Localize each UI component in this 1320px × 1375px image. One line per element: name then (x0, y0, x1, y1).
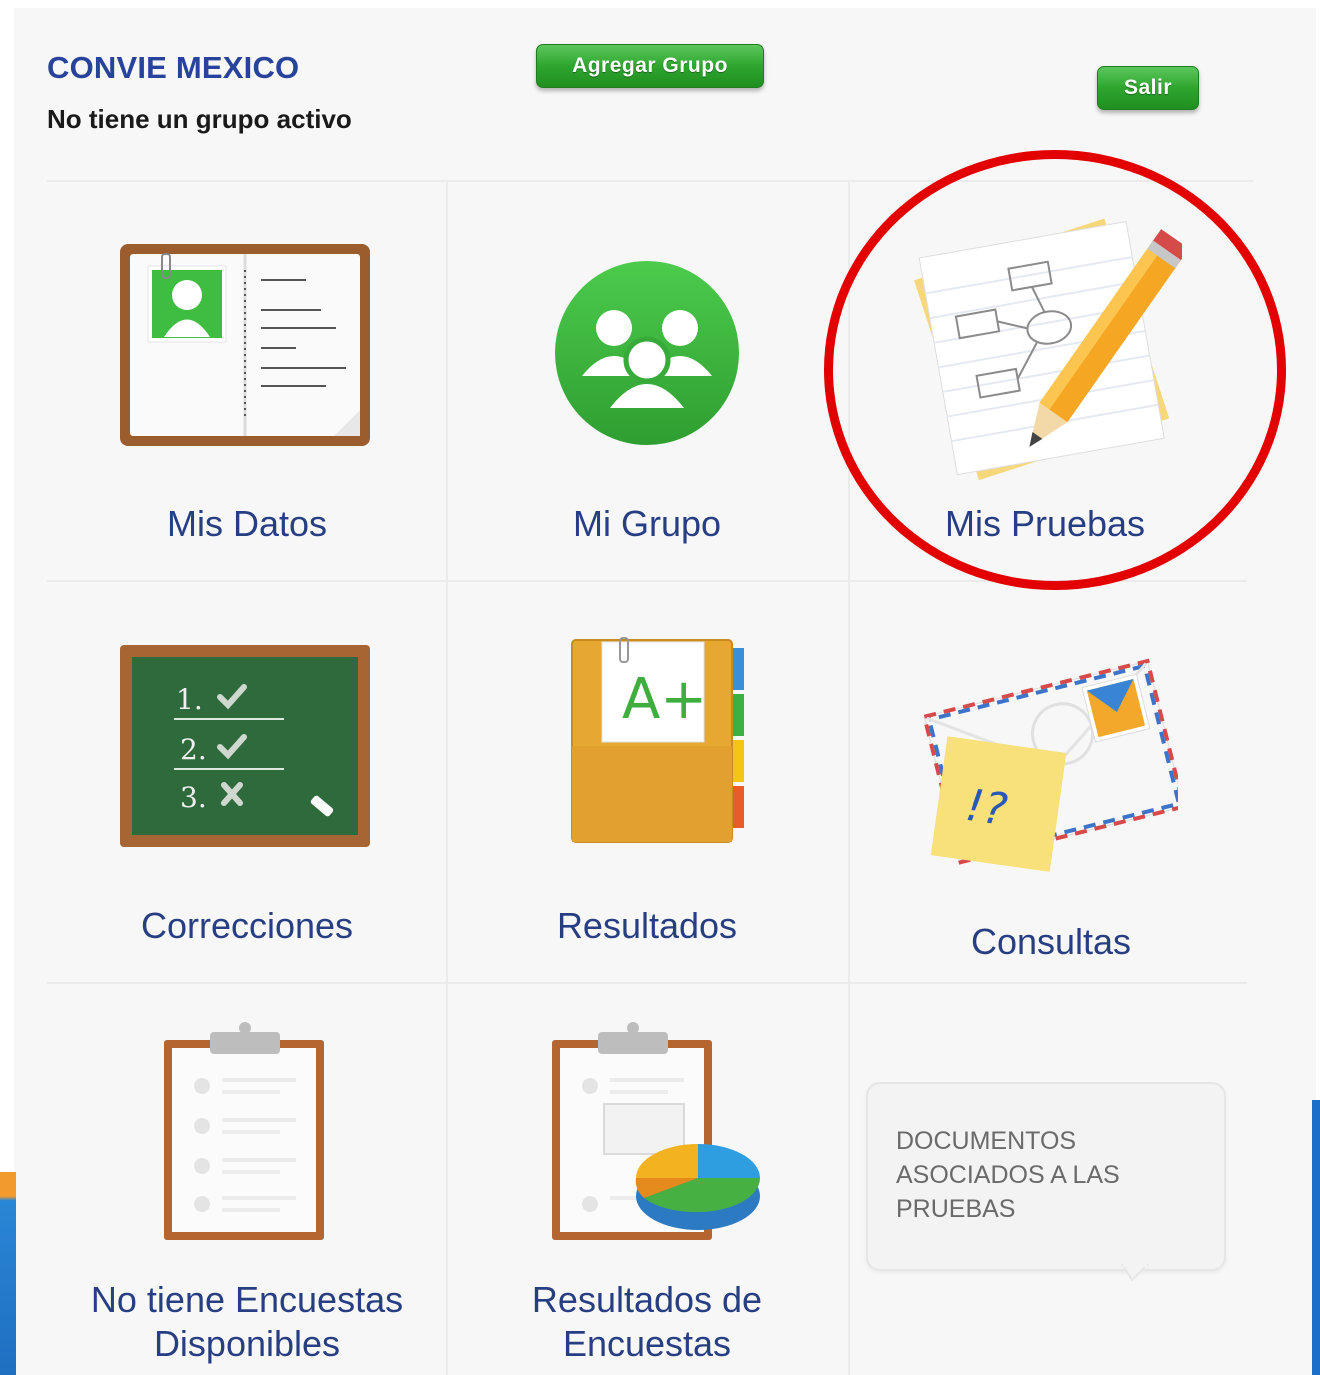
group-icon (555, 261, 739, 445)
mail-query-icon: !? (921, 658, 1178, 872)
tile-label-line: Encuestas (562, 1323, 732, 1364)
grid-divider (446, 182, 448, 1375)
clipboard-icon (164, 1022, 324, 1240)
note-pointer (1120, 1264, 1150, 1282)
group-status-text: No tiene un grupo activo (47, 104, 352, 134)
grid-divider (47, 180, 1253, 182)
chalk-item-2: 2. (180, 733, 207, 766)
tile-label-line: Resultados de (531, 1279, 763, 1320)
documents-link[interactable]: DOCUMENTOS ASOCIADOS A LAS PRUEBAS (896, 1124, 1196, 1226)
tile-label-line: No tiene Encuestas (90, 1279, 404, 1320)
tile-label: Resultados (556, 905, 738, 946)
tile-label: Correcciones (140, 905, 354, 946)
grade-text: A+ (622, 667, 707, 732)
tile-label-line: Disponibles (153, 1323, 341, 1364)
tile-label: No tiene Encuestas Disponibles (47, 1278, 447, 1366)
tile-label: Consultas (970, 921, 1132, 962)
tile-label: Mi Grupo (572, 503, 722, 544)
background-edge-left (0, 1172, 16, 1375)
tile-label: Resultados de Encuestas (447, 1278, 847, 1366)
background-edge-right (1312, 1100, 1320, 1375)
logout-button[interactable]: Salir (1097, 66, 1199, 110)
documents-line: PRUEBAS (896, 1195, 1016, 1223)
pencil-test-icon (914, 218, 1182, 481)
tile-label: Mis Pruebas (944, 503, 1146, 544)
documents-line: DOCUMENTOS (896, 1127, 1077, 1155)
organization-name: CONVIE MEXICO (47, 50, 300, 85)
grid-divider (47, 580, 1247, 582)
notebook-icon (120, 244, 370, 446)
add-group-button[interactable]: Agregar Grupo (536, 44, 764, 88)
tile-label: Mis Datos (166, 503, 328, 544)
graded-folder-icon: A+ (571, 637, 744, 843)
query-text: !? (963, 780, 1011, 836)
chalk-item-1: 1. (176, 683, 203, 716)
grid-divider (848, 182, 850, 1375)
chalk-item-3: 3. (180, 781, 207, 814)
chalkboard-icon: 1. 2. 3. (120, 645, 370, 847)
grid-divider (47, 982, 1247, 984)
documents-line: ASOCIADOS A LAS (896, 1161, 1120, 1189)
survey-results-icon (552, 1022, 760, 1240)
